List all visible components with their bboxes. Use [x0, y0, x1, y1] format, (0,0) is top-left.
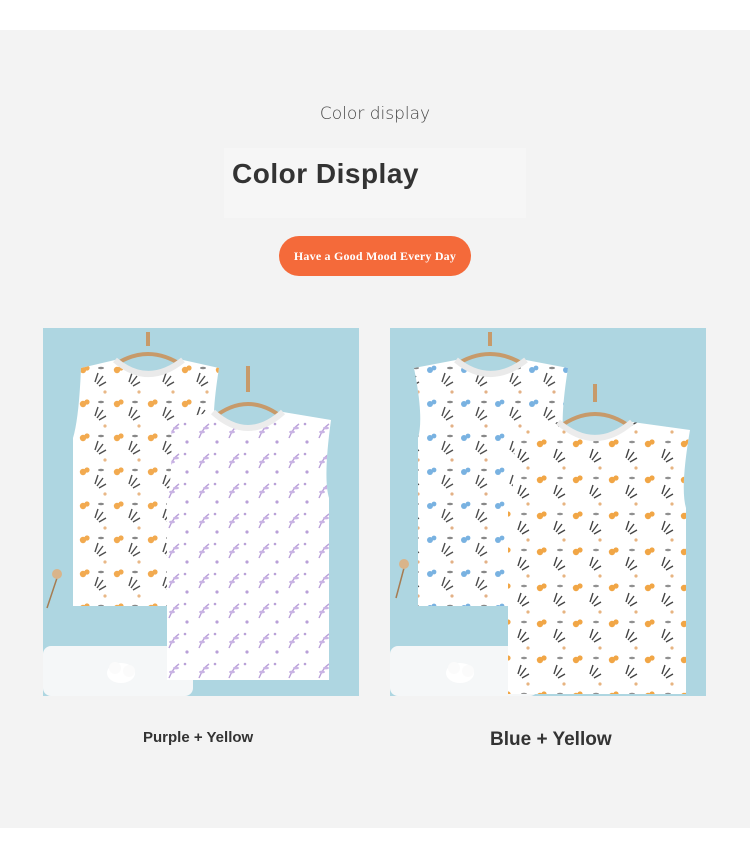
product-photo-purple-yellow	[43, 328, 359, 696]
caption-blue-yellow: Blue + Yellow	[490, 729, 612, 750]
caption-purple-yellow: Purple + Yellow	[143, 729, 254, 746]
section-subtitle: Color display	[319, 104, 431, 124]
section-title: Color Display	[232, 158, 419, 189]
product-photo-blue-yellow	[390, 328, 706, 696]
tagline-text: Have a Good Mood Every Day	[293, 248, 457, 263]
tagline-badge: Have a Good Mood Every Day	[279, 236, 471, 276]
